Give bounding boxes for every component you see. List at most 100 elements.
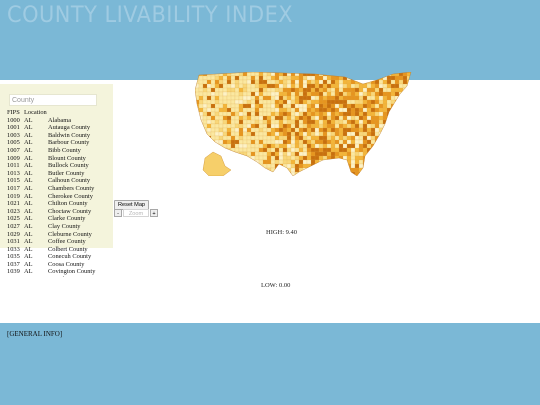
county-cell[interactable]: [350, 123, 356, 129]
county-cell[interactable]: [406, 115, 411, 121]
county-cell[interactable]: [266, 159, 272, 165]
county-list-item[interactable]: 1029 AL Cleburne County: [7, 231, 117, 239]
county-cell[interactable]: [270, 99, 276, 105]
county-cell[interactable]: [390, 139, 396, 145]
county-cell[interactable]: [366, 87, 372, 93]
county-cell[interactable]: [210, 147, 216, 153]
us-county-choropleth-map[interactable]: [195, 72, 415, 176]
county-cell[interactable]: [330, 87, 336, 93]
county-cell[interactable]: [306, 167, 315, 175]
county-cell[interactable]: [402, 143, 408, 151]
county-cell[interactable]: [258, 143, 264, 149]
county-cell[interactable]: [234, 95, 240, 101]
county-cell[interactable]: [198, 167, 204, 173]
county-cell[interactable]: [398, 119, 404, 125]
county-cell[interactable]: [310, 99, 316, 105]
county-cell[interactable]: [262, 99, 268, 105]
county-cell[interactable]: [286, 79, 292, 85]
county-cell[interactable]: [326, 87, 332, 93]
county-cell[interactable]: [406, 147, 414, 153]
county-cell[interactable]: [210, 107, 216, 113]
county-cell[interactable]: [398, 99, 407, 107]
county-cell[interactable]: [354, 131, 360, 137]
county-cell[interactable]: [250, 75, 256, 81]
county-cell[interactable]: [378, 103, 384, 109]
county-cell[interactable]: [214, 87, 220, 93]
county-cell[interactable]: [234, 83, 240, 89]
county-cell[interactable]: [394, 167, 400, 173]
county-cell[interactable]: [346, 119, 352, 125]
county-cell[interactable]: [378, 147, 384, 155]
county-list-item[interactable]: 1023 AL Choctaw County: [7, 208, 117, 216]
county-cell[interactable]: [226, 155, 235, 161]
county-cell[interactable]: [298, 139, 304, 145]
county-cell[interactable]: [195, 131, 203, 137]
county-cell[interactable]: [195, 171, 200, 176]
county-cell[interactable]: [350, 111, 356, 117]
county-cell[interactable]: [210, 91, 216, 97]
county-cell[interactable]: [386, 75, 392, 81]
county-cell[interactable]: [394, 151, 403, 157]
county-cell[interactable]: [382, 103, 388, 109]
county-cell[interactable]: [202, 135, 208, 143]
county-cell[interactable]: [382, 127, 391, 133]
county-cell[interactable]: [195, 111, 200, 119]
county-cell[interactable]: [366, 72, 372, 77]
county-cell[interactable]: [242, 159, 248, 165]
county-cell[interactable]: [195, 167, 203, 173]
county-cell[interactable]: [382, 171, 391, 176]
county-cell[interactable]: [410, 119, 415, 125]
county-cell[interactable]: [382, 151, 388, 159]
county-cell[interactable]: [410, 147, 415, 155]
county-cell[interactable]: [410, 163, 415, 171]
county-cell[interactable]: [206, 99, 212, 105]
county-cell[interactable]: [362, 139, 368, 145]
general-info-link[interactable]: [GENERAL INFO]: [7, 330, 62, 338]
county-cell[interactable]: [350, 127, 356, 133]
county-cell[interactable]: [262, 107, 268, 113]
county-cell[interactable]: [195, 123, 203, 129]
county-cell[interactable]: [266, 151, 272, 157]
zoom-out-button[interactable]: -: [114, 209, 122, 217]
county-cell[interactable]: [214, 95, 220, 101]
county-cell[interactable]: [410, 143, 415, 151]
county-cell[interactable]: [318, 127, 324, 133]
county-cell[interactable]: [214, 83, 220, 89]
county-cell[interactable]: [346, 72, 355, 77]
county-cell[interactable]: [210, 87, 216, 93]
county-cell[interactable]: [338, 151, 344, 157]
county-cell[interactable]: [298, 155, 304, 161]
county-cell[interactable]: [390, 107, 399, 115]
county-cell[interactable]: [342, 95, 348, 101]
county-cell[interactable]: [394, 75, 400, 81]
county-cell[interactable]: [254, 167, 263, 173]
county-cell[interactable]: [386, 83, 392, 89]
county-cell[interactable]: [322, 123, 328, 129]
county-cell[interactable]: [354, 72, 360, 77]
county-cell[interactable]: [378, 163, 387, 171]
county-cell[interactable]: [410, 127, 415, 133]
county-cell[interactable]: [230, 87, 236, 93]
county-cell[interactable]: [310, 171, 316, 176]
county-cell[interactable]: [406, 123, 411, 131]
county-cell[interactable]: [350, 99, 356, 105]
county-cell[interactable]: [218, 123, 224, 129]
county-cell[interactable]: [282, 147, 288, 153]
county-cell[interactable]: [326, 167, 335, 173]
county-cell[interactable]: [410, 159, 415, 167]
county-cell[interactable]: [294, 95, 300, 101]
county-cell[interactable]: [302, 167, 308, 173]
county-cell[interactable]: [242, 111, 248, 117]
county-cell[interactable]: [382, 135, 388, 141]
county-cell[interactable]: [322, 163, 328, 171]
county-cell[interactable]: [242, 79, 248, 85]
county-list-item[interactable]: 1041ALCrenshaw County: [7, 276, 117, 277]
county-cell[interactable]: [218, 87, 224, 93]
county-cell[interactable]: [354, 147, 360, 153]
county-cell[interactable]: [234, 99, 240, 105]
county-cell[interactable]: [370, 147, 376, 153]
county-cell[interactable]: [282, 123, 288, 129]
county-cell[interactable]: [242, 147, 248, 153]
county-cell[interactable]: [262, 159, 268, 165]
county-cell[interactable]: [390, 163, 396, 169]
